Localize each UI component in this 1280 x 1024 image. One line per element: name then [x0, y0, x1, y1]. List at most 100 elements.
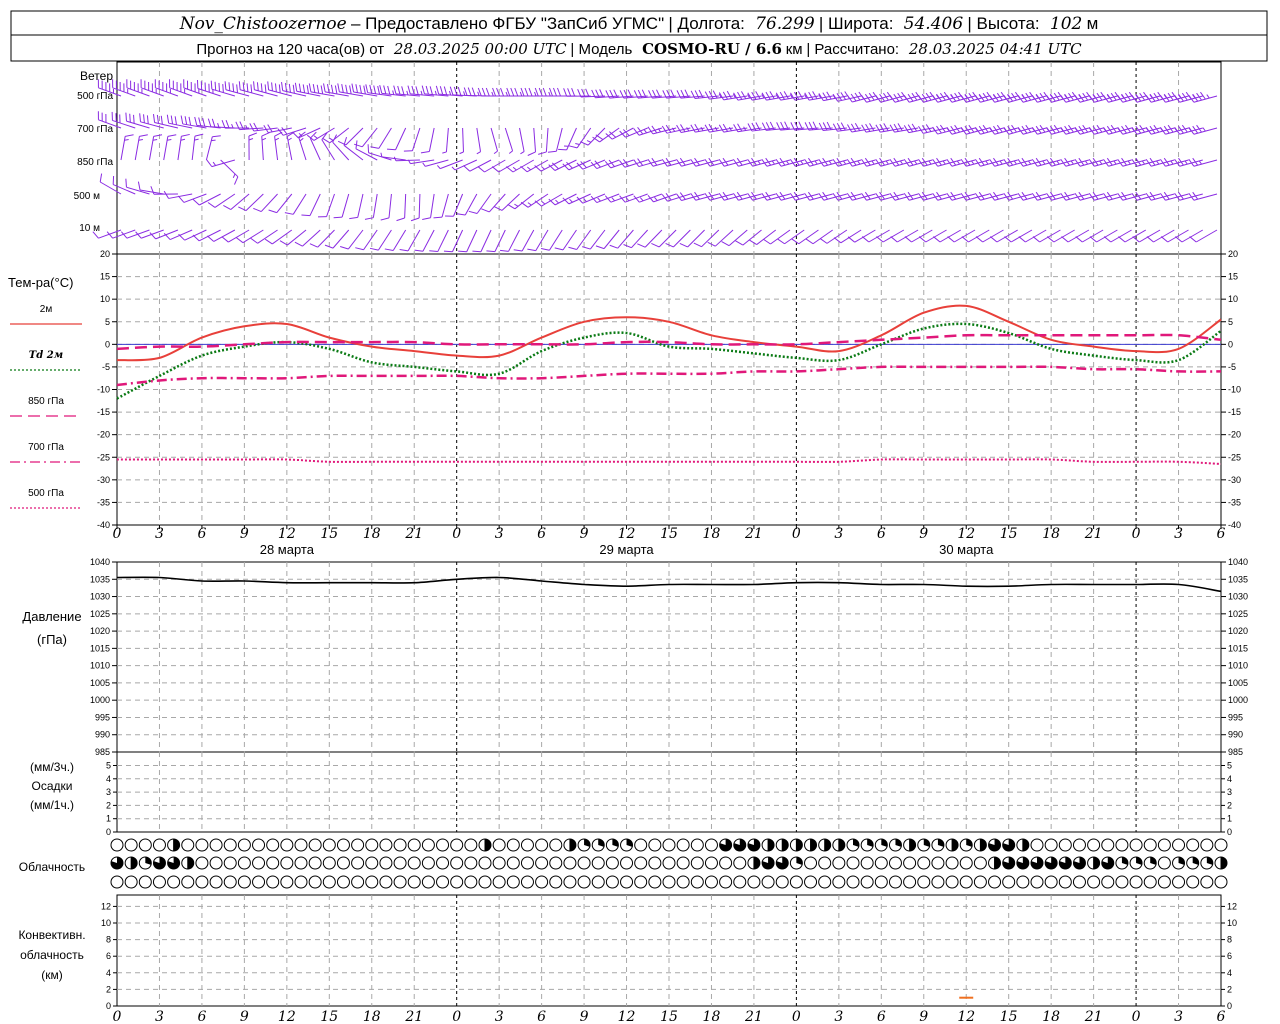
t-2m-line	[116, 304, 1222, 362]
cloud-symbol	[1200, 856, 1214, 870]
cloud-symbol-outline	[252, 838, 266, 852]
legend-label: 850 гПа	[28, 396, 64, 407]
wind-barb-500m	[422, 193, 435, 220]
wind-barb-500hpa	[351, 83, 378, 97]
cloud-symbol	[322, 856, 336, 870]
cloud-symbol	[266, 875, 280, 889]
cloud-symbol-outline	[421, 856, 435, 870]
model-label: Модель	[578, 41, 632, 58]
cloud-symbol-outline	[379, 856, 393, 870]
barb-staff	[411, 127, 421, 151]
barb-feather	[238, 81, 241, 90]
barb-feather	[1032, 236, 1040, 243]
cloud-symbol	[775, 838, 789, 852]
barb-half-feather	[138, 139, 143, 141]
barb-feather	[467, 87, 472, 96]
cloud-symbol	[605, 838, 619, 852]
barb-feather	[125, 178, 127, 188]
cloud-symbol	[549, 875, 563, 889]
barb-half-feather	[451, 166, 456, 171]
cloud-symbol	[747, 838, 761, 852]
wind-barb-850hpa	[274, 131, 283, 161]
cloud-symbol	[1200, 838, 1214, 852]
cloud-symbol	[252, 838, 266, 852]
cloud-symbol	[1016, 875, 1030, 889]
wind-barb-700hpa	[370, 127, 392, 149]
cloud-symbol	[733, 838, 747, 852]
barb-feather	[647, 126, 654, 135]
computed-label: Рассчитано:	[814, 41, 899, 58]
cloud-symbol-outline	[407, 875, 421, 889]
wind-barb-500hpa	[337, 83, 364, 97]
wind-barb-850hpa	[177, 133, 190, 161]
wind-barb-850hpa	[163, 134, 177, 161]
cloud-symbol	[506, 875, 520, 889]
barb-half-feather	[871, 160, 875, 165]
cloud-symbol-outline	[804, 856, 818, 870]
y-tick-label: 990	[1228, 730, 1243, 740]
barb-staff	[345, 127, 364, 146]
cloud-symbol	[195, 838, 209, 852]
barb-half-feather	[313, 135, 318, 139]
y-tick-label: 1020	[1228, 626, 1248, 636]
cloud-symbol	[1101, 856, 1115, 870]
cloud-symbol	[648, 875, 662, 889]
barb-half-feather	[459, 151, 464, 155]
y-tick-label: 0	[1227, 1001, 1232, 1011]
wind-level-label-700hpa: 700 гПа	[77, 124, 113, 135]
barb-feather	[264, 238, 273, 245]
cloud-symbol-outline	[1129, 875, 1143, 889]
barb-feather	[192, 234, 200, 242]
barb-feather	[202, 117, 206, 127]
barb-feather	[1046, 236, 1055, 243]
barb-feather	[401, 86, 405, 95]
barb-feather	[146, 115, 149, 124]
wind-barb-850hpa	[451, 159, 478, 171]
barb-staff	[214, 193, 236, 208]
x-tick-label: 6	[877, 1009, 886, 1024]
wind-barb-10m	[527, 229, 549, 252]
barb-staff	[452, 229, 464, 252]
cloud-symbol	[492, 875, 506, 889]
barb-half-feather	[639, 197, 644, 202]
barb-feather	[463, 165, 471, 172]
y-tick-label: 20	[1228, 249, 1238, 259]
barb-staff	[462, 127, 464, 153]
barb-feather	[323, 83, 326, 92]
barb-feather	[507, 203, 516, 210]
cloud-symbol	[973, 838, 987, 852]
cloud-symbol	[1186, 875, 1200, 889]
barb-feather	[152, 113, 156, 123]
barb-half-feather	[575, 143, 580, 146]
cloud-symbol	[620, 875, 634, 889]
cloud-symbol-outline	[506, 875, 520, 889]
cloud-symbol	[365, 838, 379, 852]
barb-feather	[661, 125, 668, 134]
barb-feather	[306, 85, 310, 94]
cloud-symbol	[506, 838, 520, 852]
barb-feather	[595, 245, 605, 250]
cloud-symbol-outline	[1186, 875, 1200, 889]
barb-half-feather	[956, 160, 960, 165]
cloud-symbol-outline	[294, 856, 308, 870]
barb-feather	[415, 86, 419, 95]
barb-feather	[271, 82, 273, 91]
barb-feather	[351, 83, 355, 93]
barb-staff	[99, 181, 122, 195]
cloud-symbol	[436, 838, 450, 852]
wind-barb-10m	[582, 229, 606, 250]
cloud-symbol-outline	[1143, 838, 1157, 852]
cloud-symbol	[1157, 838, 1171, 852]
y-tick-label: -10	[1228, 385, 1241, 395]
wind-barb-500hpa	[169, 79, 193, 97]
cloud-symbol	[747, 856, 761, 870]
barb-staff	[363, 229, 378, 251]
wind-barb-10m	[791, 229, 819, 245]
barb-feather	[510, 87, 515, 97]
barb-feather	[180, 115, 184, 125]
cloud-symbol	[436, 875, 450, 889]
cloud-symbol	[294, 838, 308, 852]
barb-half-feather	[800, 160, 804, 165]
cloud-symbol-outline	[690, 875, 704, 889]
cloud-symbol-outline	[704, 875, 718, 889]
